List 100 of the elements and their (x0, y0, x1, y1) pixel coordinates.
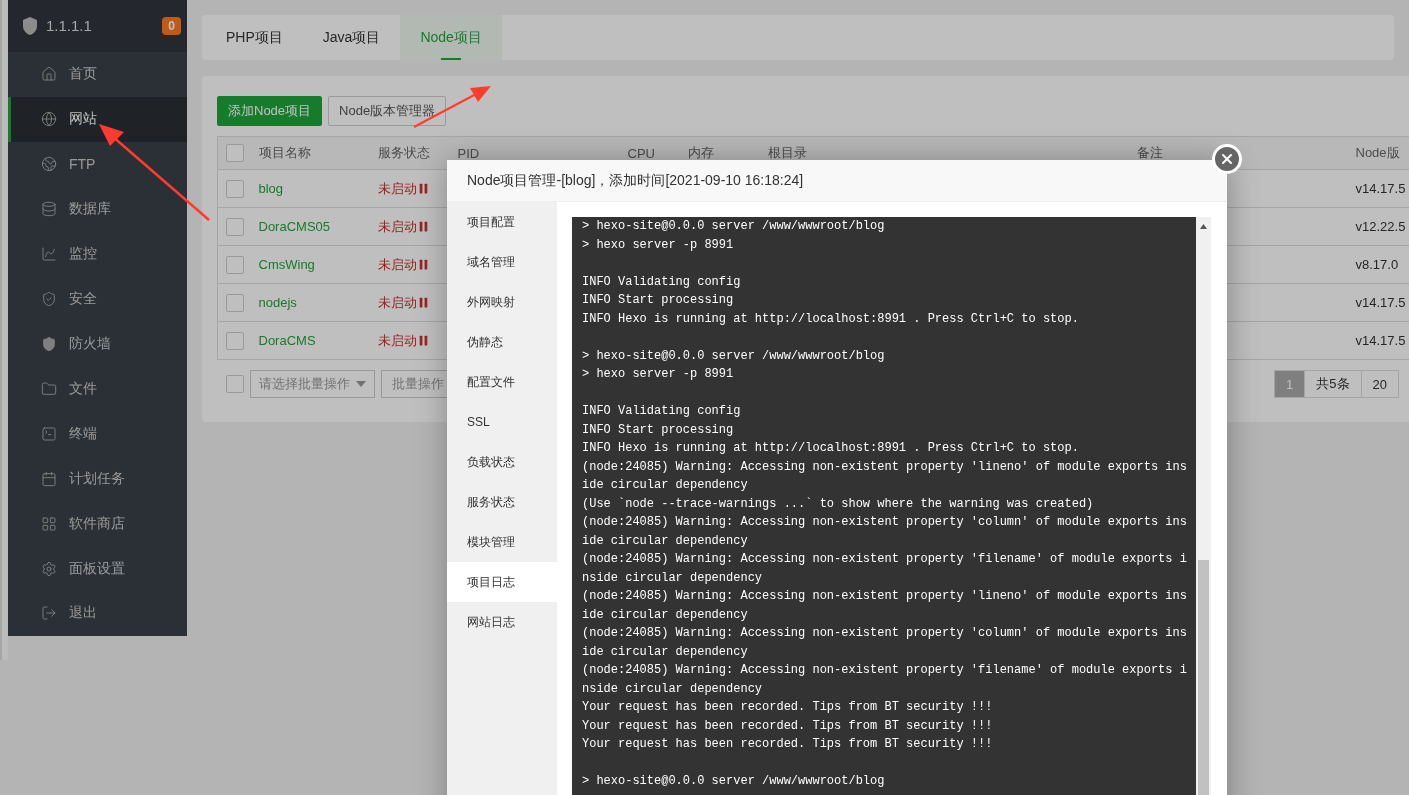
log-line: (node:24085) Warning: Accessing non-existent property 'column' of module exports ins (582, 514, 1188, 531)
dialog-nav-item[interactable]: 服务状态 (447, 482, 557, 522)
sidebar-item[interactable]: 监控 (8, 231, 187, 277)
dialog-nav-item[interactable]: 模块管理 (447, 522, 557, 562)
checkbox[interactable] (226, 255, 244, 274)
tab[interactable]: PHP项目 (206, 15, 303, 60)
log-line: ide circular dependency (582, 643, 749, 661)
log-line: > hexo server -p 8991 (582, 366, 735, 383)
log-line: INFO Validating config (582, 273, 742, 291)
log-line: (node:24085) Warning: Accessing non-existent property 'lineno' of module exports ins (582, 588, 1188, 605)
dialog-nav-item[interactable]: 伪静态 (447, 322, 557, 362)
column-header: 服务状态 (369, 136, 450, 170)
sidebar-item[interactable]: 终端 (8, 411, 187, 457)
page-size-select[interactable]: 20 (1360, 370, 1399, 398)
house-icon (41, 66, 57, 83)
status-toggle[interactable]: 未启动 (377, 179, 430, 198)
globe-icon (41, 156, 57, 173)
log-line: (node:24085) Warning: Accessing non-existent property 'lineno' of module exports ins (582, 458, 1188, 476)
calendar-icon (41, 470, 57, 487)
sidebar-item[interactable]: 退出 (8, 591, 187, 636)
log-line: (node:24085) Warning: Accessing non-existent property 'column' of module exports ins (582, 625, 1188, 642)
sidebar-item[interactable]: 网站 (8, 96, 187, 142)
sidebar-item[interactable]: 安全 (8, 276, 187, 322)
project-name-link[interactable]: blog (258, 181, 284, 196)
checkbox[interactable] (226, 179, 244, 198)
log-line: INFO Hexo is running at http://localhost:8991 . Press Ctrl+C to stop. (582, 310, 1080, 328)
log-line: ide circular dependency (582, 477, 749, 494)
log-line: INFO Validating config (582, 403, 742, 420)
checkbox[interactable] (226, 217, 244, 236)
close-icon (1219, 151, 1235, 167)
dialog-nav-item[interactable]: 负载状态 (447, 442, 557, 482)
select-placeholder: 请选择批量操作 (259, 375, 350, 393)
table-cell: v8.17.0 (1347, 245, 1409, 284)
column-header: 项目名称 (250, 136, 370, 170)
dialog-nav-item[interactable]: 网站日志 (447, 602, 557, 642)
grid-icon (41, 515, 57, 532)
sidebar-item[interactable]: 面板设置 (8, 546, 187, 591)
checkbox[interactable] (226, 331, 244, 350)
project-name-link[interactable]: DoraCMS (258, 333, 316, 348)
dialog-title: Node项目管理-[blog]，添加时间[2021-09-10 16:18:24] (467, 171, 804, 190)
log-line: INFO Hexo is running at http://localhost:8991 . Press Ctrl+C to stop. (582, 440, 1080, 457)
checkbox[interactable] (226, 375, 244, 393)
database-icon (41, 201, 57, 218)
table-cell: v14.17.5 (1347, 169, 1409, 208)
checkbox[interactable] (226, 293, 244, 312)
terminal-icon (41, 425, 57, 442)
shield-logo-icon (22, 16, 38, 35)
shield-icon (41, 335, 57, 352)
log-line: (node:24085) Warning: Accessing non-existent property 'filename' of module exports i (582, 662, 1188, 679)
log-line: INFO Start processing (582, 292, 735, 309)
tab[interactable]: Java项目 (302, 15, 401, 60)
toolbar-button[interactable]: Node版本管理器 (328, 96, 447, 126)
scrollbar[interactable] (1196, 217, 1211, 795)
dialog-nav-item[interactable]: 外网映射 (447, 282, 557, 322)
tab[interactable]: Node项目 (400, 15, 502, 60)
table-cell: v12.22.5 (1347, 207, 1409, 246)
logout-icon (41, 605, 57, 622)
sidebar-item[interactable]: 计划任务 (8, 456, 187, 502)
caret-icon (356, 381, 366, 387)
batch-select[interactable]: 请选择批量操作 (250, 370, 375, 398)
log-line: INFO Start processing (582, 421, 735, 439)
dialog-nav-item[interactable]: 域名管理 (447, 242, 557, 282)
status-toggle[interactable]: 未启动 (377, 255, 430, 274)
dialog-nav-item[interactable]: SSL (447, 402, 557, 442)
dialog-nav-item[interactable]: 项目配置 (447, 202, 557, 242)
column-header: Node版 (1347, 136, 1409, 170)
settings-icon (41, 560, 57, 577)
toolbar-button[interactable]: 添加Node项目 (217, 96, 323, 126)
globe-icon (41, 111, 57, 128)
status-toggle[interactable]: 未启动 (377, 293, 430, 312)
sidebar-item[interactable]: FTP (8, 141, 187, 187)
table-cell: v14.17.5 (1347, 321, 1409, 360)
log-line: ide circular dependency (582, 532, 749, 550)
log-line: Your request has been recorded. Tips from BT security !!! (582, 736, 994, 753)
table-cell: v14.17.5 (1347, 283, 1409, 322)
sidebar-item[interactable]: 文件 (8, 366, 187, 412)
folder-icon (41, 380, 57, 397)
sidebar-item[interactable]: 软件商店 (8, 501, 187, 547)
scroll-up-icon (1200, 224, 1207, 229)
log-line: Your request has been recorded. Tips from BT security !!! (582, 717, 994, 735)
log-line: > hexo-site@0.0.0 server /www/wwwroot/blog (582, 773, 886, 790)
log-line: (node:24085) Warning: Accessing non-existent property 'filename' of module exports i (582, 551, 1188, 568)
dialog-nav-item[interactable]: 项目日志 (447, 562, 557, 602)
log-line: > hexo-site@0.0.0 server /www/wwwroot/blog (582, 218, 886, 235)
server-address: 1.1.1.1 (46, 17, 93, 35)
checkbox[interactable] (226, 144, 244, 162)
status-toggle[interactable]: 未启动 (377, 331, 430, 350)
project-name-link[interactable]: CmsWing (258, 257, 315, 272)
log-line: nside circular dependency (582, 680, 764, 698)
log-line: nside circular dependency (582, 569, 764, 587)
project-name-link[interactable]: DoraCMS05 (258, 219, 331, 234)
sidebar-item[interactable]: 首页 (8, 51, 187, 97)
total-count: 共5条 (1304, 370, 1362, 398)
sidebar-item[interactable]: 数据库 (8, 186, 187, 232)
log-line: Your request has been recorded. Tips from BT security !!! (582, 699, 994, 716)
shield-check-icon (41, 291, 57, 307)
status-toggle[interactable]: 未启动 (377, 217, 430, 236)
log-line: ide circular dependency (582, 606, 749, 624)
project-name-link[interactable]: nodejs (258, 295, 297, 310)
sidebar-item[interactable]: 防火墙 (8, 321, 187, 367)
